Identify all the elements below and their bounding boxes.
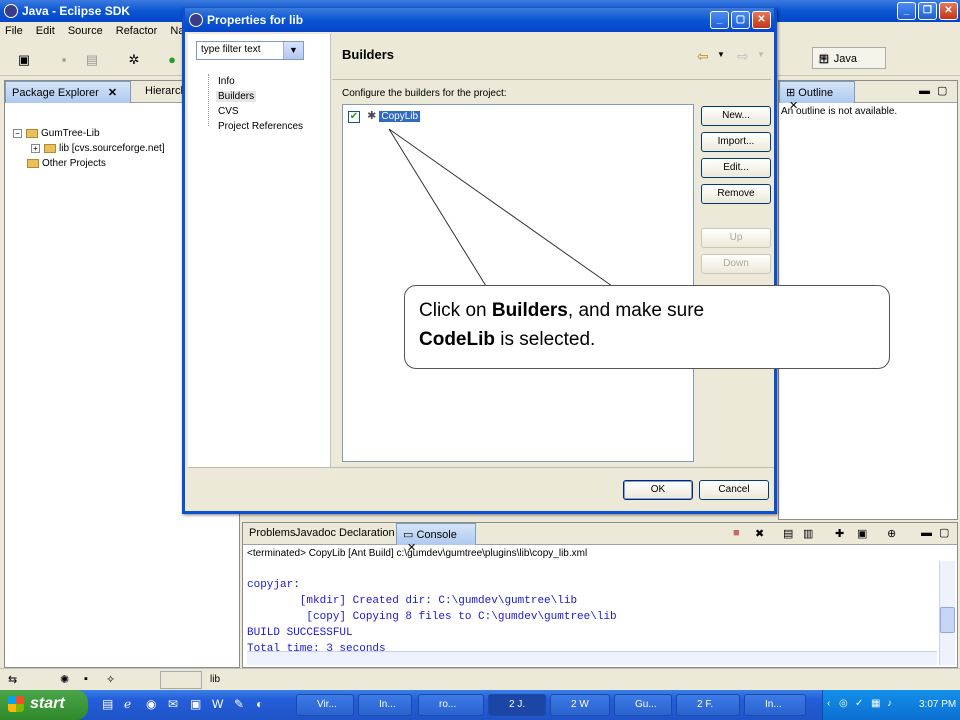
- instruction-callout: Click on Builders, and make sure CodeLib …: [404, 285, 890, 369]
- task-button[interactable]: Gu...: [614, 694, 672, 716]
- start-label: start: [30, 695, 65, 712]
- task-button[interactable]: In...: [744, 694, 806, 716]
- task-button[interactable]: 2 W: [550, 694, 610, 716]
- task-button[interactable]: 2 F.: [676, 694, 740, 716]
- task-button[interactable]: 2 J.: [488, 694, 546, 716]
- tray-arrow-icon[interactable]: ‹: [827, 698, 830, 709]
- network-icon[interactable]: ▦: [871, 698, 880, 709]
- task-button[interactable]: Vir...: [296, 694, 354, 716]
- quicklaunch-icon[interactable]: ▣: [190, 697, 201, 711]
- clock: 3:07 PM: [919, 699, 957, 710]
- callout-bold: Builders: [491, 300, 568, 321]
- callout-text: , and make sure: [567, 300, 705, 321]
- callout-text: is selected.: [495, 329, 596, 350]
- callout-bold: CodeLib: [419, 329, 495, 350]
- task-button[interactable]: ro...: [418, 694, 484, 716]
- volume-icon[interactable]: ♪: [887, 698, 892, 709]
- windows-logo-icon: [8, 696, 24, 712]
- browser-icon[interactable]: ℯ: [124, 697, 131, 711]
- tray-icon[interactable]: ◎: [839, 698, 848, 709]
- mail-icon[interactable]: ✉: [168, 697, 178, 711]
- show-desktop-icon[interactable]: ▤: [102, 697, 113, 711]
- word-icon[interactable]: W: [212, 697, 223, 711]
- eclipse-quicklaunch-icon[interactable]: ◐: [256, 697, 263, 711]
- start-button[interactable]: start: [0, 690, 88, 720]
- task-button[interactable]: In...: [358, 694, 412, 716]
- callout-text: Click on: [419, 300, 492, 321]
- tray-icon[interactable]: ✓: [855, 698, 863, 709]
- system-tray: ‹ ◎ ✓ ▦ ♪ 3:07 PM: [822, 690, 960, 720]
- tools-icon[interactable]: ✎: [234, 697, 244, 711]
- quicklaunch-icon[interactable]: ◉: [146, 697, 156, 711]
